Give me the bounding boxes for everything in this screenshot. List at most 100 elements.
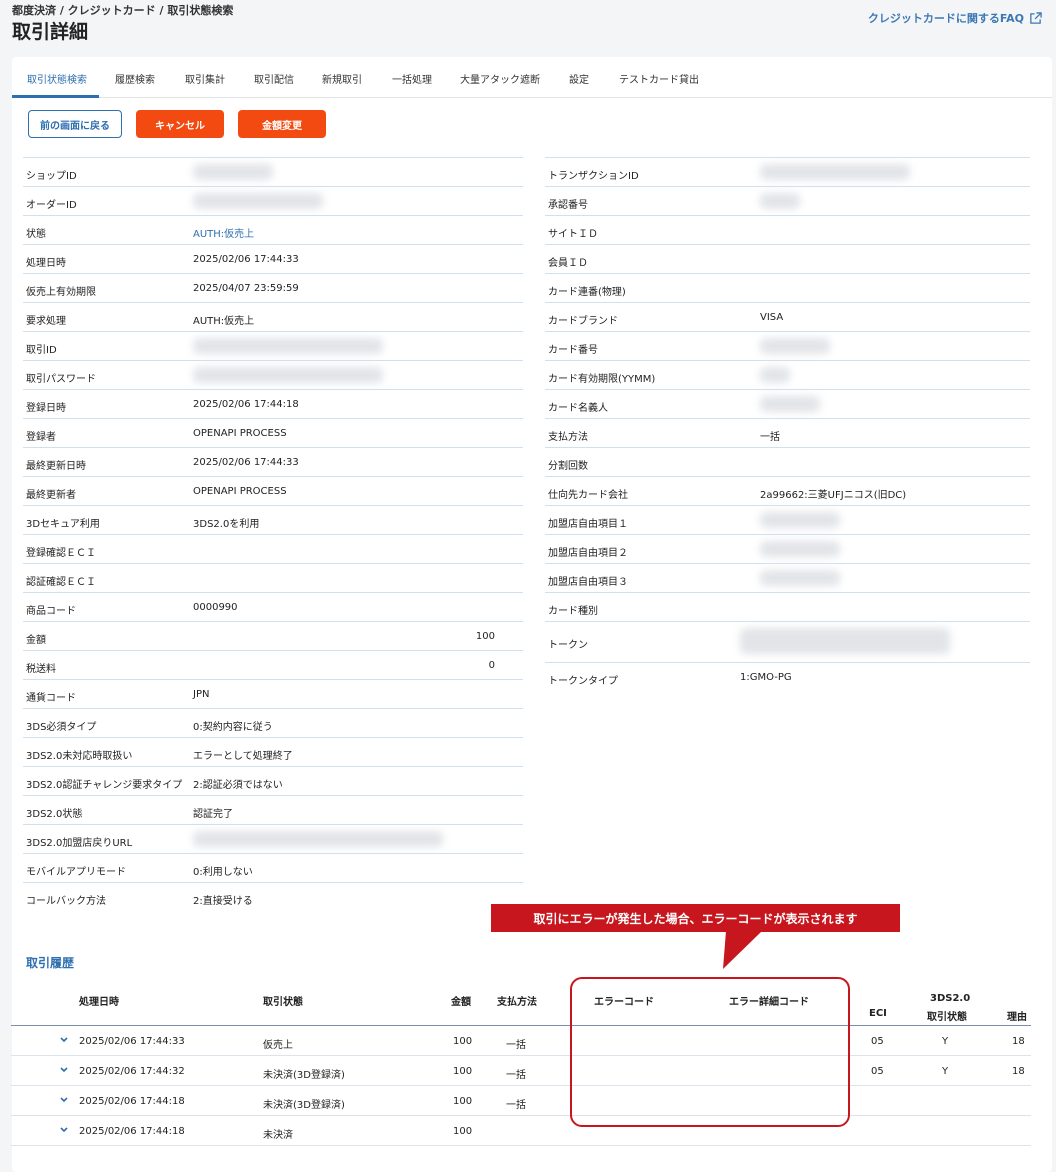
- detail-left-row: 3DS必須タイプ 0:契約内容に従う: [23, 708, 523, 737]
- detail-right-row: 加盟店自由項目１: [545, 505, 1030, 534]
- detail-left-row: 要求処理 AUTH:仮売上: [23, 302, 523, 331]
- faq-link[interactable]: クレジットカードに関するFAQ: [868, 10, 1042, 26]
- detail-right-label: カードブランド: [548, 316, 618, 327]
- detail-left-row: ショップID: [23, 157, 523, 186]
- redacted-value: [193, 164, 273, 180]
- error-highlight-box: [570, 977, 850, 1127]
- detail-left-row: 通貨コード JPN: [23, 679, 523, 708]
- tab-bar: 取引状態検索 履歴検索 取引集計 取引配信 新規取引 一括処理 大量アタック遮断…: [12, 57, 1052, 98]
- detail-right-label: 加盟店自由項目１: [548, 519, 628, 530]
- detail-right-label: カード連番(物理): [548, 287, 626, 298]
- detail-left-label: 3DS必須タイプ: [26, 722, 97, 733]
- detail-left-value: 0000990: [193, 602, 238, 613]
- redacted-value: [193, 338, 383, 354]
- detail-left-value: AUTH:仮売上: [193, 316, 255, 327]
- history-header-3ds-line1: 3DS2.0: [930, 993, 971, 1004]
- detail-left-row: 登録者 OPENAPI PROCESS: [23, 418, 523, 447]
- history-row[interactable]: 2025/02/06 17:44:18 未決済(3D登録済) 100 一括: [11, 1086, 1031, 1116]
- detail-right-row: カードブランド VISA: [545, 302, 1030, 331]
- detail-right-row: 仕向先カード会社 2a99662:三菱UFJニコス(旧DC): [545, 476, 1030, 505]
- detail-left-row: 税送料 0: [23, 650, 523, 679]
- detail-left-row: オーダーID: [23, 186, 523, 215]
- detail-left-label: 金額: [26, 635, 46, 646]
- history-amount: 100: [453, 1096, 473, 1107]
- chevron-down-icon[interactable]: [60, 1067, 68, 1073]
- detail-left-label: 最終更新日時: [26, 461, 86, 472]
- detail-left-label: モバイルアプリモード: [26, 867, 126, 878]
- detail-right-label: トランザクションID: [548, 171, 639, 182]
- redacted-value: [760, 512, 840, 528]
- detail-right-label: カード種別: [548, 606, 598, 617]
- external-link-icon: [1030, 11, 1042, 24]
- history-3ds-status: Y: [942, 1066, 949, 1077]
- redacted-value: [760, 164, 910, 180]
- change-amount-button[interactable]: 金額変更: [238, 110, 326, 138]
- detail-left-value: 2025/02/06 17:44:18: [193, 399, 299, 410]
- detail-right-row: 会員ＩＤ: [545, 244, 1030, 273]
- detail-left-value: 2025/02/06 17:44:33: [193, 254, 299, 265]
- detail-left-row: 登録日時 2025/02/06 17:44:18: [23, 389, 523, 418]
- history-header-status: 取引状態: [263, 997, 303, 1008]
- detail-right-row: トークン: [545, 621, 1030, 662]
- detail-left-row: 取引パスワード: [23, 360, 523, 389]
- detail-right-row: カード名義人: [545, 389, 1030, 418]
- detail-right-row: トークンタイプ 1:GMO-PG: [545, 662, 1030, 691]
- tab-history-search[interactable]: 履歴検索: [115, 71, 155, 86]
- detail-left-row: 仮売上有効期限 2025/04/07 23:59:59: [23, 273, 523, 302]
- tab-settings[interactable]: 設定: [569, 71, 589, 86]
- detail-left-value: 0:契約内容に従う: [193, 722, 273, 733]
- redacted-value: [740, 628, 950, 654]
- history-header-eci: ECI: [869, 1008, 887, 1019]
- chevron-down-icon[interactable]: [60, 1097, 68, 1103]
- tab-aggregate[interactable]: 取引集計: [185, 71, 225, 86]
- tab-delivery[interactable]: 取引配信: [254, 71, 294, 86]
- detail-left-label: ショップID: [26, 171, 77, 182]
- detail-left-value: 3DS2.0を利用: [193, 519, 260, 530]
- detail-left-row: 商品コード 0000990: [23, 592, 523, 621]
- chevron-down-icon[interactable]: [60, 1037, 68, 1043]
- chevron-down-icon[interactable]: [60, 1127, 68, 1133]
- detail-right-row: トランザクションID: [545, 157, 1030, 186]
- detail-right-value: 1:GMO-PG: [740, 672, 792, 683]
- detail-right-row: 承認番号: [545, 186, 1030, 215]
- redacted-value: [760, 193, 800, 209]
- detail-right-label: カード番号: [548, 345, 598, 356]
- tab-test-card[interactable]: テストカード貸出: [619, 71, 699, 86]
- detail-left-label: 取引パスワード: [26, 374, 96, 385]
- detail-right-row: 加盟店自由項目２: [545, 534, 1030, 563]
- detail-left-value: OPENAPI PROCESS: [193, 428, 287, 439]
- detail-left-row: 金額 100: [23, 621, 523, 650]
- tab-batch[interactable]: 一括処理: [392, 71, 432, 86]
- detail-right-label: トークン: [548, 640, 588, 651]
- detail-right-row: カード番号: [545, 331, 1030, 360]
- detail-left-label: 取引ID: [26, 345, 57, 356]
- history-header-reason: 理由: [1007, 1012, 1027, 1023]
- tab-new-transaction[interactable]: 新規取引: [322, 71, 362, 86]
- detail-left-row: 認証確認ＥＣＩ: [23, 563, 523, 592]
- detail-right-row: カード有効期限(YYMM): [545, 360, 1030, 389]
- active-tab-indicator: [12, 95, 99, 98]
- detail-right-value: VISA: [760, 312, 784, 323]
- detail-left-value: OPENAPI PROCESS: [193, 486, 287, 497]
- detail-left-label: 状態: [26, 229, 46, 240]
- detail-left-row: 最終更新者 OPENAPI PROCESS: [23, 476, 523, 505]
- detail-right-label: 分割回数: [548, 461, 588, 472]
- detail-right-row: カード連番(物理): [545, 273, 1030, 302]
- tab-attack-block[interactable]: 大量アタック遮断: [460, 71, 540, 86]
- cancel-button[interactable]: キャンセル: [136, 110, 224, 138]
- callout-tail-icon: [723, 931, 762, 969]
- tab-transaction-search[interactable]: 取引状態検索: [27, 71, 87, 86]
- history-row[interactable]: 2025/02/06 17:44:18 未決済 100: [11, 1116, 1031, 1146]
- history-row[interactable]: 2025/02/06 17:44:33 仮売上 100 一括 05 Y 18: [11, 1026, 1031, 1056]
- back-button[interactable]: 前の画面に戻る: [28, 110, 122, 138]
- detail-right-value: 一括: [760, 432, 780, 443]
- detail-right-row: カード種別: [545, 592, 1030, 621]
- detail-left-value: 2025/04/07 23:59:59: [193, 283, 299, 294]
- detail-right-row: 分割回数: [545, 447, 1030, 476]
- detail-left-value: 0: [488, 660, 495, 671]
- detail-right-label: 加盟店自由項目２: [548, 548, 628, 559]
- history-status: 未決済(3D登録済): [263, 1070, 345, 1081]
- history-row[interactable]: 2025/02/06 17:44:32 未決済(3D登録済) 100 一括 05 Y 18: [11, 1056, 1031, 1086]
- detail-right-label: 承認番号: [548, 200, 588, 211]
- detail-left-value: エラーとして処理終了: [193, 751, 293, 762]
